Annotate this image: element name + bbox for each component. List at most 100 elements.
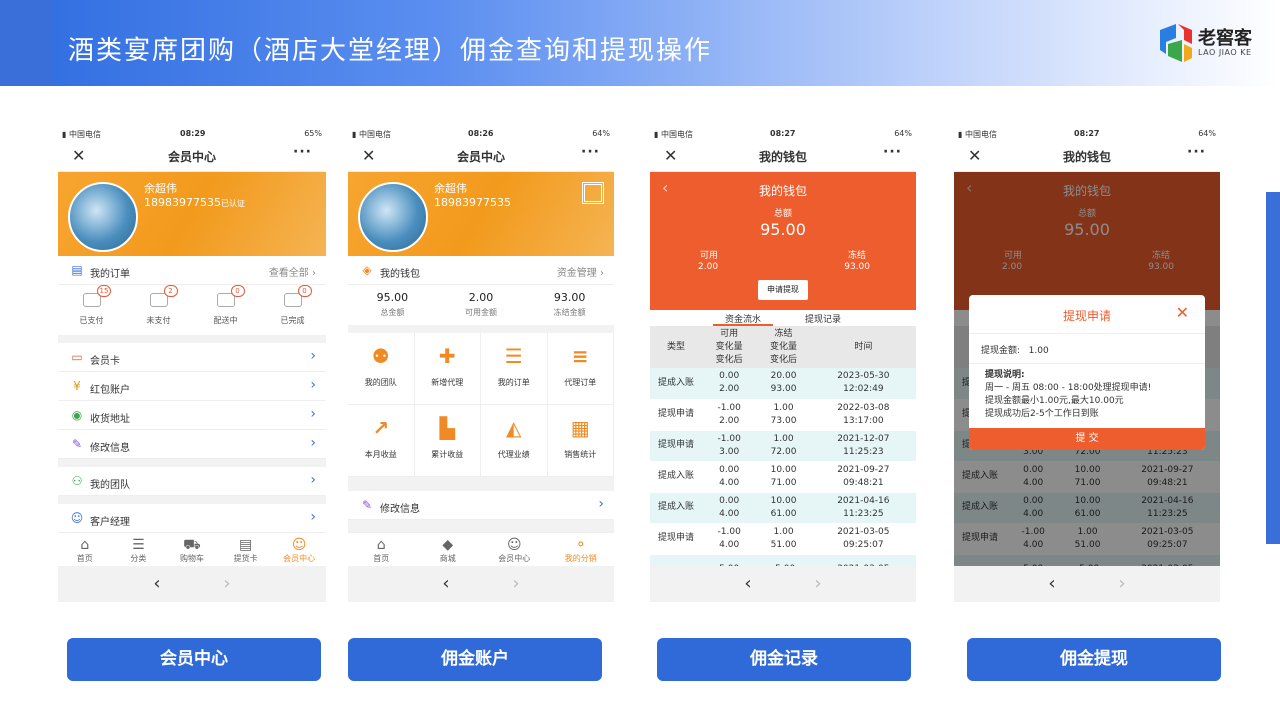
forward-icon[interactable]: › — [192, 566, 262, 602]
table-cell: -1.002.00 — [702, 399, 757, 431]
my-wallet-row[interactable]: ◈ 我的钱包 资金管理 › — [348, 256, 614, 285]
tab-withdraw-records[interactable]: 提现记录 — [793, 310, 853, 326]
back-icon[interactable]: ‹ — [713, 566, 783, 602]
menu-member-card[interactable]: ▭ 会员卡 › — [58, 343, 326, 372]
table-cell: 提现申请 — [650, 430, 702, 462]
table-cell: 2021-04-16 11:23:25 — [810, 492, 916, 524]
withdraw-amount[interactable]: 提现金额: 1.00 — [981, 343, 1049, 356]
qr-code-icon[interactable] — [582, 182, 604, 204]
tab-home[interactable]: ⌂ 首页 — [58, 533, 112, 566]
red-packet-icon: ¥ — [73, 379, 81, 393]
my-orders-row[interactable]: ▤ 我的订单 查看全部 › — [58, 256, 326, 285]
grid-agent-orders[interactable]: ≡ 代理订单 — [547, 333, 614, 405]
back-icon[interactable]: ‹ — [411, 566, 481, 602]
tab-category[interactable]: ☰ 分类 — [112, 533, 166, 566]
logo-icon — [1160, 24, 1192, 62]
user-icon: ☺ — [70, 511, 84, 525]
location-icon: ◉ — [71, 408, 83, 422]
more-icon[interactable]: ··· — [1187, 144, 1206, 160]
stat-total: 95.00 总金额 — [376, 291, 409, 317]
edit-info-row[interactable]: ✎ 修改信息 › — [348, 491, 614, 520]
function-grid: ⚉ 我的团队 ✚ 新增代理 ☰ 我的订单 ≡ 代理订单 ↗ 本月收益 ▙ 累计收益 ◭ 代理业… — [348, 333, 614, 477]
edit-icon: ✎ — [71, 437, 83, 451]
col-available: 可用 变化量 变化后 — [702, 326, 757, 368]
home-icon: ⌂ — [376, 537, 386, 553]
chevron-right-icon: › — [310, 509, 316, 525]
tab-fund-flow[interactable]: 资金流水 — [712, 310, 773, 326]
table-cell: 10.00 61.00 — [756, 492, 811, 524]
tab-pickup-card[interactable]: ▤ 提货卡 — [219, 533, 273, 566]
table-row: 提成入账 0.00 4.00 10.00 71.00 2021-09-27 09:48:21 — [650, 461, 916, 493]
back-icon[interactable]: ‹ — [122, 566, 192, 602]
phone-commission-account: ▮ 中国电信 08:26 64% ✕ 会员中心 ··· 余超伟 18983977… — [348, 128, 614, 602]
more-icon[interactable]: ··· — [581, 144, 600, 160]
area-chart-icon: ◭ — [506, 416, 522, 440]
avatar[interactable] — [358, 182, 428, 252]
grid-total-income[interactable]: ▙ 累计收益 — [414, 405, 481, 477]
apply-withdraw-button[interactable]: 申请提现 — [758, 280, 808, 300]
chevron-right-icon: › — [310, 435, 316, 451]
phone-member-center: ▮ 中国电信 08:29 65% ✕ 会员中心 ··· 余超伟 18983977… — [58, 128, 326, 602]
order-status-unpaid[interactable]: 2 未支付 — [125, 285, 192, 335]
grid-add-agent[interactable]: ✚ 新增代理 — [414, 333, 481, 405]
logo-text: 老窖客 — [1198, 28, 1252, 49]
table-cell: 20.0093.00 — [756, 368, 811, 400]
home-icon: ⌂ — [80, 537, 90, 553]
menu-account-manager[interactable]: ☺ 客户经理 › — [58, 504, 326, 533]
balance-stats: 95.00 总金额 2.00 可用金额 93.00 冻结金额 — [348, 285, 614, 325]
order-status-done[interactable]: 0 已完成 — [259, 285, 326, 335]
table-cell: 2021-12-0711:25:23 — [810, 430, 916, 462]
submit-button[interactable]: 提 交 — [969, 428, 1205, 450]
tab-member-center[interactable]: ☺ 会员中心 — [272, 533, 326, 566]
nav-bar: ✕ 会员中心 ··· — [58, 140, 326, 172]
menu-address[interactable]: ◉ 收货地址 › — [58, 401, 326, 430]
more-icon[interactable]: ··· — [293, 144, 312, 160]
clock: 08:26 — [468, 129, 494, 138]
tab-home[interactable]: ⌂ 首页 — [348, 533, 415, 566]
grid-agent-performance[interactable]: ◭ 代理业绩 — [481, 405, 548, 477]
grid-month-income[interactable]: ↗ 本月收益 — [348, 405, 415, 477]
tab-cart[interactable]: ⛟ 购物车 — [165, 533, 219, 566]
table-row: 提现申请-1.003.001.0072.002021-12-0711:25:23 — [650, 430, 916, 462]
grid-my-orders[interactable]: ☰ 我的订单 — [481, 333, 548, 405]
grid-my-team[interactable]: ⚉ 我的团队 — [348, 333, 415, 405]
forward-icon[interactable]: › — [783, 566, 853, 602]
brand-logo: 老窖客 LAO JIAO KE — [1156, 20, 1272, 68]
modal-title: 提现申请 — [1062, 309, 1111, 323]
order-status-paid[interactable]: 15 已支付 — [58, 285, 125, 335]
carrier: ▮ 中国电信 — [352, 130, 391, 139]
list-icon: ☰ — [132, 537, 145, 553]
table-cell: 2021-09-27 09:48:21 — [810, 461, 916, 493]
more-icon[interactable]: ··· — [883, 144, 902, 160]
nav-bar: ✕ 我的钱包 ··· — [650, 140, 916, 172]
forward-icon[interactable]: › — [1087, 566, 1157, 602]
tab-mall[interactable]: ◆ 商城 — [415, 533, 482, 566]
menu-edit-info[interactable]: ✎ 修改信息 › — [58, 430, 326, 459]
browser-nav: ‹ › — [58, 566, 326, 602]
amount-value: 1.00 — [1028, 346, 1049, 356]
stat-available: 2.00 可用金额 — [465, 291, 497, 317]
back-icon[interactable]: ‹ — [1017, 566, 1087, 602]
menu-my-team[interactable]: ⚇ 我的团队 › — [58, 467, 326, 496]
tab-my-distribution[interactable]: ⚬ 我的分销 — [548, 533, 615, 566]
table-row: 提现申请-1.002.001.0073.002022-03-0813:17:00 — [650, 399, 916, 431]
tab-member-center[interactable]: ☺ 会员中心 — [481, 533, 548, 566]
order-status-shipping[interactable]: 0 配送中 — [192, 285, 259, 335]
table-cell: 2023-05-3012:02:49 — [810, 368, 916, 400]
close-icon[interactable]: ✕ — [1176, 303, 1189, 322]
fund-manage-link[interactable]: 资金管理 › — [557, 264, 604, 279]
caption-commission-account: 佣金账户 — [348, 638, 602, 681]
profile-banner: 余超伟 18983977535 — [348, 172, 614, 256]
forward-icon[interactable]: › — [481, 566, 551, 602]
wallet-icon: ◈ — [362, 263, 372, 277]
menu-red-packet[interactable]: ¥ 红包账户 › — [58, 372, 326, 401]
factory-icon: ▙ — [439, 416, 455, 440]
col-frozen: 冻结 变化量 变化后 — [756, 326, 811, 368]
battery: 64% — [894, 129, 912, 138]
chevron-right-icon: › — [310, 377, 316, 393]
grid-sales-stats[interactable]: ▦ 销售统计 — [547, 405, 614, 477]
table-cell: -1.00 4.00 — [702, 523, 757, 555]
avatar[interactable] — [68, 182, 138, 252]
view-all-link[interactable]: 查看全部 › — [269, 264, 316, 279]
my-orders-label: 我的订单 — [90, 269, 130, 280]
